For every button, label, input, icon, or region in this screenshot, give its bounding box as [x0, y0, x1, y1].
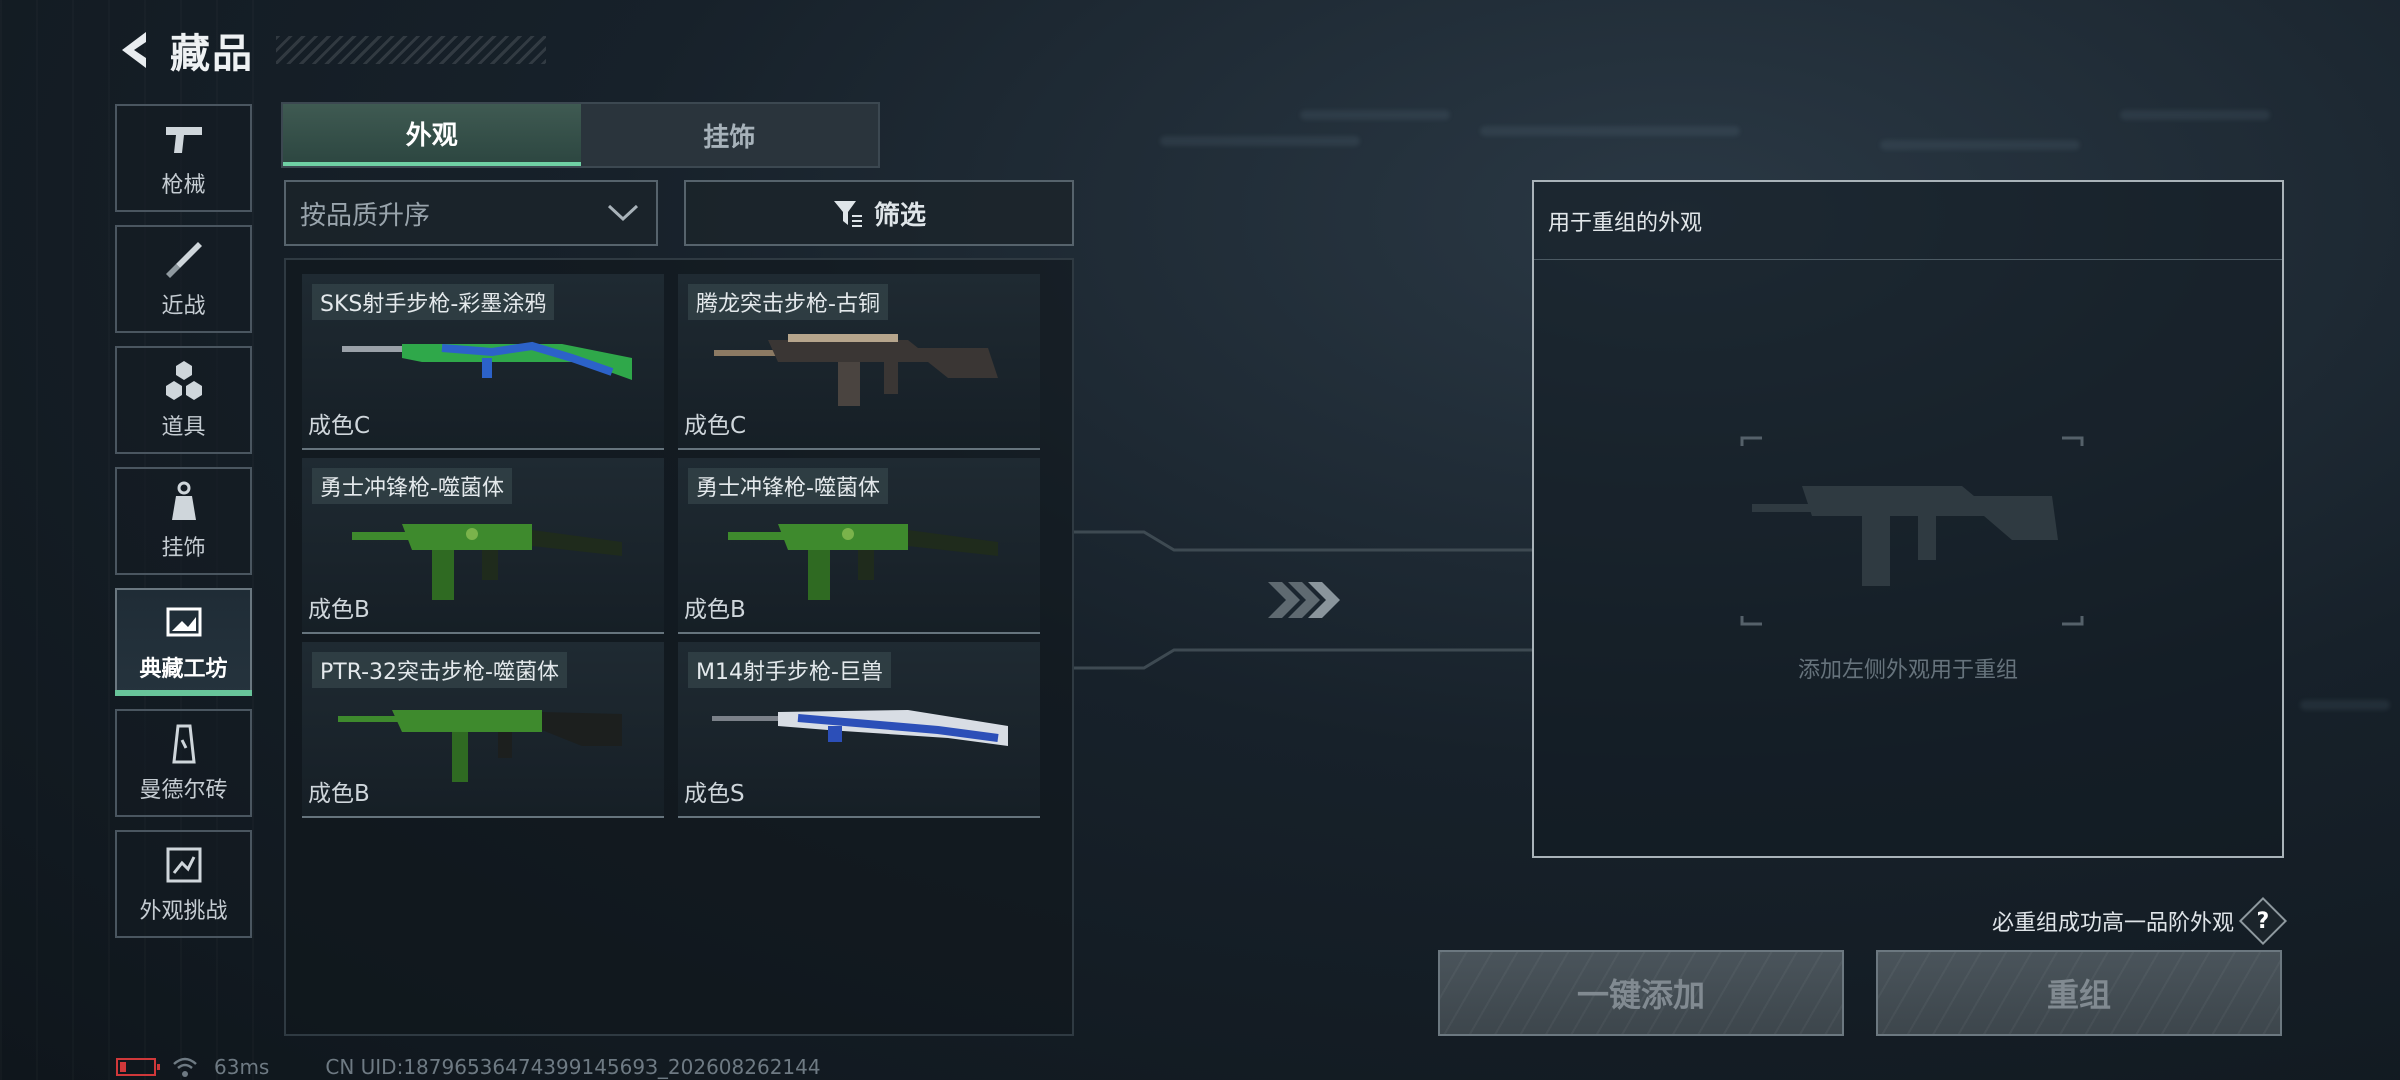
chevron-down-icon [607, 204, 639, 222]
recombine-note-text: 必重组成功高一品阶外观 [1991, 911, 2234, 936]
smg-image [352, 524, 622, 600]
skin-grade: 成色B [308, 781, 370, 807]
skin-name: 腾龙突击步枪-古铜 [688, 284, 888, 320]
add-all-button[interactable]: 一键添加 [1438, 950, 1844, 1036]
tab-bar: 外观 挂饰 [281, 102, 880, 168]
add-all-label: 一键添加 [1576, 976, 1705, 1014]
challenge-icon [162, 843, 206, 887]
workshop-icon [162, 601, 206, 645]
page-title: 藏品 [170, 31, 254, 77]
title-decoration [276, 36, 546, 64]
filter-button[interactable]: 筛选 [684, 180, 1074, 246]
pistol-icon [162, 117, 206, 161]
skin-grade: 成色B [684, 597, 746, 623]
tab-appearance[interactable]: 外观 [283, 104, 581, 166]
skin-grade: 成色C [684, 413, 747, 439]
skin-grade: 成色S [684, 781, 745, 807]
help-button[interactable]: ? [2238, 896, 2288, 946]
nav-item-label: 道具 [161, 415, 206, 440]
nav-item-label: 挂饰 [161, 536, 206, 561]
nav-item-charms[interactable]: 挂饰 [115, 467, 252, 575]
knife-icon [162, 238, 206, 282]
brick-icon [162, 722, 206, 766]
sort-dropdown[interactable]: 按品质升序 [284, 180, 658, 246]
sort-dropdown-value: 按品质升序 [300, 200, 431, 231]
wifi-icon [173, 1057, 197, 1077]
back-arrow-icon[interactable] [112, 28, 156, 72]
uid-text: CN UID:1879653647439914569З_202608262144 [325, 1055, 821, 1079]
question-icon: ? [2256, 908, 2270, 934]
recombine-panel-title: 用于重组的外观 [1534, 182, 2282, 260]
page-header: 藏品 [112, 24, 546, 77]
recombine-placeholder-text: 添加左侧外观用于重组 [1797, 658, 2018, 683]
ping-value: 63ms [214, 1055, 270, 1079]
tab-charms[interactable]: 挂饰 [580, 104, 878, 166]
nav-item-props[interactable]: 道具 [115, 346, 252, 454]
skin-card[interactable]: 腾龙突击步枪-古铜 成色C [678, 274, 1040, 450]
skin-card[interactable]: M14射手步枪-巨兽 成色S [678, 642, 1040, 818]
skin-name: SKS射手步枪-彩墨涂鸦 [312, 284, 555, 320]
nav-item-label: 枪械 [161, 173, 206, 198]
skin-name: M14射手步枪-巨兽 [688, 652, 891, 688]
recombine-button[interactable]: 重组 [1876, 950, 2282, 1036]
skin-grade: 成色C [308, 413, 371, 439]
skin-name: PTR-32突击步枪-噬菌体 [312, 652, 567, 688]
recombine-note: 必重组成功高一品阶外观 ? [1991, 896, 2288, 946]
skin-card[interactable]: PTR-32突击步枪-噬菌体 成色B [302, 642, 664, 818]
nav-item-melee[interactable]: 近战 [115, 225, 252, 333]
rifle-image [714, 334, 998, 406]
status-bar: 63ms CN UID:1879653647439914569З_2026082… [116, 1055, 821, 1079]
nav-item-label: 典藏工坊 [139, 657, 228, 682]
skin-name: 勇士冲锋枪-噬菌体 [688, 468, 888, 504]
skin-grade: 成色B [308, 597, 370, 623]
funnel-icon [833, 201, 862, 227]
cubes-icon [162, 359, 206, 403]
rifle-image [338, 710, 622, 782]
skin-name: 勇士冲锋枪-噬菌体 [312, 468, 512, 504]
connector-decoration [1074, 530, 1534, 670]
recombine-label: 重组 [2046, 976, 2111, 1014]
rifle-placeholder-icon [1740, 436, 2084, 626]
nav-item-label: 曼德尔砖 [139, 778, 228, 803]
battery-low-icon [116, 1058, 160, 1076]
smg-image [728, 524, 998, 600]
skin-grid: SKS射手步枪-彩墨涂鸦 成色C 腾龙突击步枪-古铜 成色C 勇士冲锋枪-噬菌体 [284, 258, 1074, 1036]
forward-chevrons-icon [1268, 582, 1340, 618]
charm-icon [162, 480, 206, 524]
skin-card[interactable]: 勇士冲锋枪-噬菌体 成色B [302, 458, 664, 634]
nav-item-mandel-brick[interactable]: 曼德尔砖 [115, 709, 252, 817]
recombine-panel: 用于重组的外观 添加左侧外观用于重组 [1532, 180, 2284, 858]
rifle-image [712, 710, 1008, 746]
filter-label: 筛选 [873, 200, 926, 231]
category-nav: 枪械 近战 道具 挂饰 典藏工坊 曼德尔砖 外观挑战 [115, 104, 252, 951]
skin-card[interactable]: SKS射手步枪-彩墨涂鸦 成色C [302, 274, 664, 450]
nav-item-label: 外观挑战 [139, 899, 228, 924]
rifle-image [342, 341, 632, 380]
nav-item-appearance-challenge[interactable]: 外观挑战 [115, 830, 252, 938]
skin-card[interactable]: 勇士冲锋枪-噬菌体 成色B [678, 458, 1040, 634]
nav-item-label: 近战 [161, 294, 206, 319]
nav-item-guns[interactable]: 枪械 [115, 104, 252, 212]
nav-item-workshop[interactable]: 典藏工坊 [115, 588, 252, 696]
